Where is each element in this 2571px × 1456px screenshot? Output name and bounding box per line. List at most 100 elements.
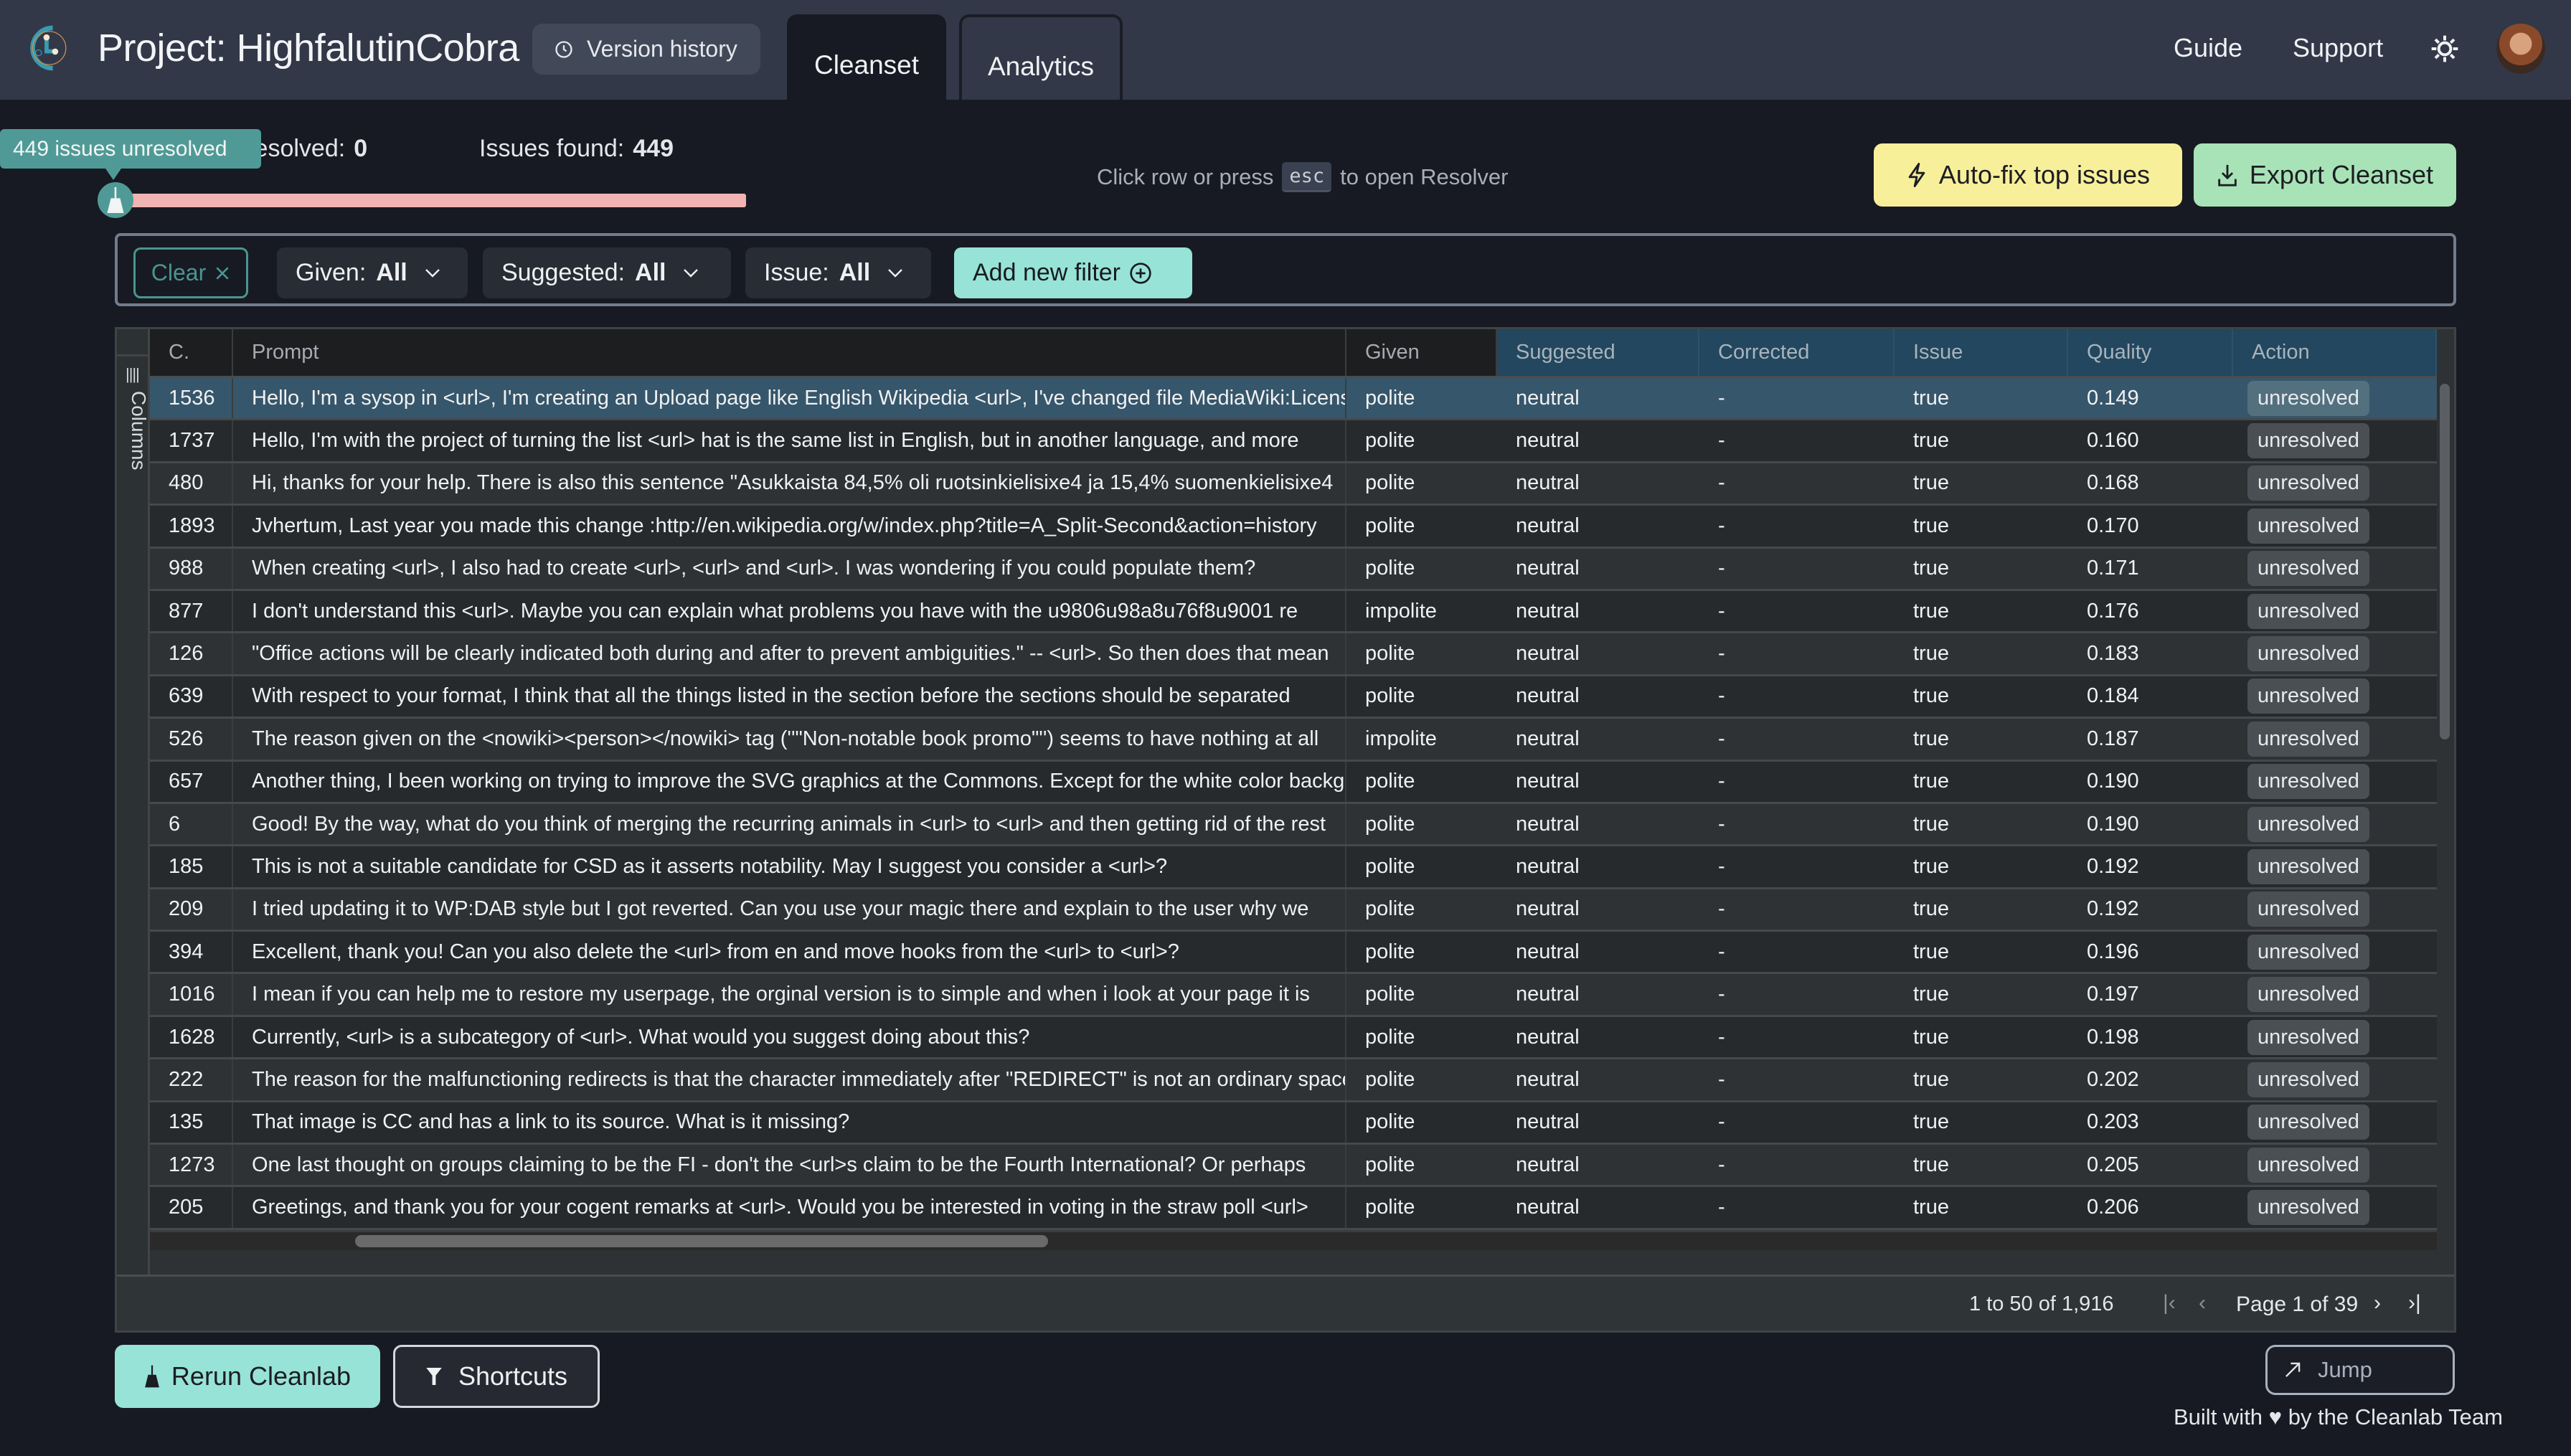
- user-avatar[interactable]: [2496, 24, 2545, 74]
- row-corrected: -: [1718, 557, 1725, 580]
- status-badge[interactable]: unresolved: [2247, 465, 2369, 501]
- row-suggested: neutral: [1516, 514, 1580, 537]
- progress-handle[interactable]: [98, 182, 133, 218]
- status-badge[interactable]: unresolved: [2247, 1019, 2369, 1055]
- row-action: unresolved: [2233, 549, 2437, 589]
- first-page-icon[interactable]: |‹: [2163, 1291, 2176, 1315]
- status-badge[interactable]: unresolved: [2247, 423, 2369, 459]
- table-row[interactable]: 222 The reason for the malfunctioning red…: [150, 1059, 2437, 1102]
- guide-link[interactable]: Guide: [2174, 33, 2242, 63]
- table-row[interactable]: 1273 One last thought on groups claiming …: [150, 1145, 2437, 1188]
- columns-panel-toggle[interactable]: |||| Columns: [120, 365, 150, 501]
- table-row[interactable]: 1016 I mean if you can help me to restore…: [150, 974, 2437, 1017]
- row-corrected: -: [1718, 940, 1725, 963]
- credit-footer: Built with ♥ by the Cleanlab Team: [2174, 1404, 2503, 1430]
- table-row[interactable]: 135 That image is CC and has a link to it…: [150, 1102, 2437, 1145]
- auto-fix-label: Auto-fix top issues: [1938, 160, 2151, 189]
- table-row[interactable]: 526 The reason given on the <nowiki><pers…: [150, 719, 2437, 762]
- row-prompt: Excellent, thank you! Can you also delet…: [233, 932, 1346, 973]
- status-badge[interactable]: unresolved: [2247, 1147, 2369, 1183]
- status-badge[interactable]: unresolved: [2247, 636, 2369, 672]
- status-badge[interactable]: unresolved: [2247, 1062, 2369, 1097]
- tab-analytics[interactable]: Analytics: [959, 14, 1123, 100]
- vertical-scrollbar[interactable]: [2440, 384, 2451, 1230]
- table-row[interactable]: 988 When creating <url>, I also had to cr…: [150, 548, 2437, 591]
- column-header-corrected[interactable]: Corrected: [1699, 329, 1895, 376]
- row-suggested: neutral: [1516, 386, 1580, 410]
- status-badge[interactable]: unresolved: [2247, 892, 2369, 927]
- clear-label: Clear: [151, 260, 207, 285]
- unresolved-tooltip: 449 issues unresolved: [0, 129, 261, 180]
- status-badge[interactable]: unresolved: [2247, 806, 2369, 842]
- horizontal-scrollbar[interactable]: [150, 1230, 2437, 1250]
- column-header-given[interactable]: Given: [1346, 329, 1497, 376]
- table-row[interactable]: 394 Excellent, thank you! Can you also de…: [150, 932, 2437, 975]
- table-row[interactable]: 639 With respect to your format, I think …: [150, 676, 2437, 719]
- auto-fix-button[interactable]: Auto-fix top issues: [1874, 143, 2182, 207]
- row-suggested: neutral: [1516, 1110, 1580, 1134]
- issue-filter-dropdown[interactable]: Issue: All: [745, 247, 931, 298]
- status-badge[interactable]: unresolved: [2247, 380, 2369, 416]
- table-row[interactable]: 1893 Jvhertum, Last year you made this ch…: [150, 506, 2437, 549]
- table-row[interactable]: 1737 Hello, I'm with the project of turni…: [150, 420, 2437, 463]
- row-action: unresolved: [2233, 804, 2437, 844]
- jump-input[interactable]: Jump: [2265, 1345, 2455, 1395]
- table-row[interactable]: 185 This is not a suitable candidate for …: [150, 846, 2437, 889]
- row-quality: 0.187: [2087, 727, 2139, 750]
- version-history-button[interactable]: Version history: [532, 24, 760, 75]
- table-row[interactable]: 6 Good! By the way, what do you think of …: [150, 803, 2437, 847]
- given-filter-dropdown[interactable]: Given: All: [277, 247, 468, 298]
- next-page-icon[interactable]: ›: [2374, 1291, 2381, 1315]
- status-badge[interactable]: unresolved: [2247, 1105, 2369, 1140]
- clear-filters-button[interactable]: Clear: [133, 247, 248, 298]
- export-cleanset-button[interactable]: Export Cleanset: [2194, 143, 2456, 207]
- column-header-issue[interactable]: Issue: [1895, 329, 2068, 376]
- shortcuts-button[interactable]: Shortcuts: [393, 1345, 600, 1408]
- status-badge[interactable]: unresolved: [2247, 1190, 2369, 1226]
- column-header-suggested[interactable]: Suggested: [1497, 329, 1699, 376]
- row-id: 185: [150, 846, 233, 887]
- cleanlab-logo-icon[interactable]: [24, 24, 72, 72]
- status-badge[interactable]: unresolved: [2247, 679, 2369, 714]
- table-row[interactable]: 480 Hi, thanks for your help. There is al…: [150, 463, 2437, 506]
- tab-cleanset[interactable]: Cleanset: [787, 14, 946, 100]
- table-row[interactable]: 209 I tried updating it to WP:DAB style b…: [150, 889, 2437, 932]
- vertical-scroll-thumb[interactable]: [2440, 384, 2450, 739]
- table-row[interactable]: 1628 Currently, <url> is a subcategory of…: [150, 1016, 2437, 1060]
- row-suggested: neutral: [1516, 812, 1580, 836]
- status-badge[interactable]: unresolved: [2247, 721, 2369, 757]
- sun-icon[interactable]: [2430, 34, 2459, 63]
- table-row[interactable]: 1536 Hello, I'm a sysop in <url>, I'm cre…: [150, 378, 2437, 421]
- row-corrected: -: [1718, 727, 1725, 750]
- row-corrected: -: [1718, 684, 1725, 708]
- last-page-icon[interactable]: ›|: [2408, 1291, 2421, 1315]
- table-row[interactable]: 205 Greetings, and thank you for your cog…: [150, 1187, 2437, 1230]
- status-badge[interactable]: unresolved: [2247, 764, 2369, 800]
- row-prompt: Hello, I'm a sysop in <url>, I'm creatin…: [233, 378, 1346, 419]
- add-filter-button[interactable]: Add new filter: [954, 247, 1192, 298]
- status-badge[interactable]: unresolved: [2247, 551, 2369, 587]
- suggested-filter-dropdown[interactable]: Suggested: All: [483, 247, 731, 298]
- broom-icon: [107, 187, 124, 213]
- row-issue: true: [1913, 983, 1949, 1006]
- status-badge[interactable]: unresolved: [2247, 593, 2369, 629]
- column-header-action[interactable]: Action: [2233, 329, 2437, 376]
- column-header-prompt[interactable]: Prompt: [233, 329, 1346, 376]
- column-header-quality[interactable]: Quality: [2068, 329, 2233, 376]
- column-header-id[interactable]: C.: [150, 329, 233, 376]
- rerun-cleanlab-button[interactable]: Rerun Cleanlab: [115, 1345, 380, 1408]
- table-row[interactable]: 877 I don't understand this <url>. Maybe …: [150, 590, 2437, 634]
- chevron-down-icon: [425, 268, 440, 278]
- support-link[interactable]: Support: [2293, 33, 2383, 63]
- status-badge[interactable]: unresolved: [2247, 934, 2369, 970]
- row-prompt: One last thought on groups claiming to b…: [233, 1145, 1346, 1186]
- status-badge[interactable]: unresolved: [2247, 848, 2369, 884]
- table-row[interactable]: 126 "Office actions will be clearly indic…: [150, 633, 2437, 676]
- clock-icon: [555, 40, 572, 58]
- status-badge[interactable]: unresolved: [2247, 977, 2369, 1013]
- previous-page-icon[interactable]: ‹: [2199, 1291, 2206, 1315]
- table-row[interactable]: 657 Another thing, I been working on tryi…: [150, 761, 2437, 804]
- status-badge[interactable]: unresolved: [2247, 508, 2369, 544]
- row-prompt: Hello, I'm with the project of turning t…: [233, 420, 1346, 461]
- horizontal-scroll-thumb[interactable]: [355, 1235, 1048, 1247]
